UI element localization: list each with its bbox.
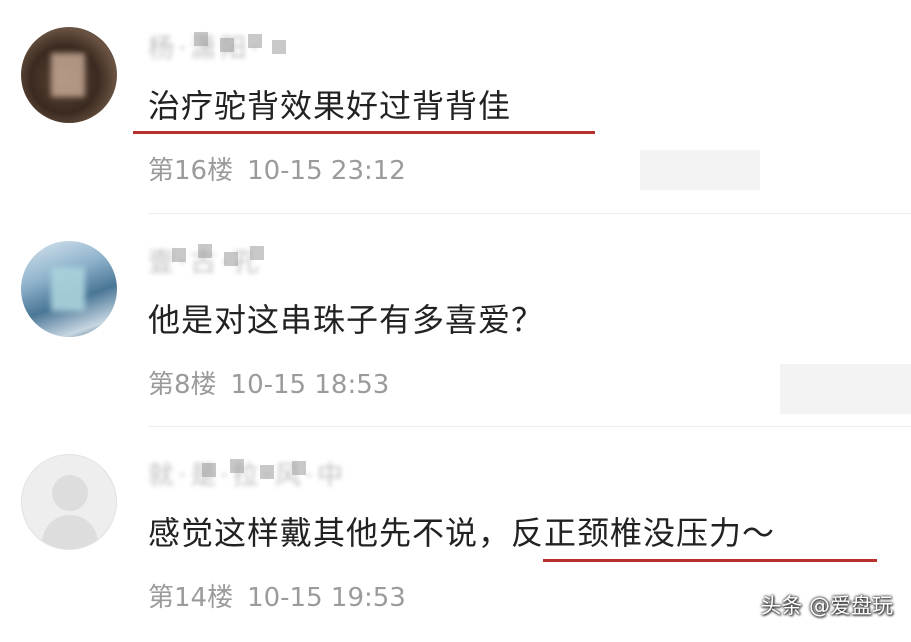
user-avatar[interactable] — [21, 454, 117, 550]
floor-number: 第14楼 — [148, 583, 234, 613]
username-mosaic — [200, 457, 330, 483]
comment-time: 10-15 23:12 — [247, 156, 406, 186]
highlight-underline — [133, 131, 595, 134]
comment-text-highlight: 反正颈椎没压力～ — [511, 514, 776, 552]
avatar-mosaic — [51, 53, 85, 97]
avatar-mosaic — [51, 267, 85, 311]
user-avatar[interactable] — [21, 27, 117, 123]
comment-text: 感觉这样戴其他先不说，反正颈椎没压力～ — [148, 513, 775, 553]
comment-meta: 第14楼 10-15 19:53 — [148, 582, 406, 614]
default-avatar-body — [42, 515, 98, 549]
user-avatar[interactable] — [21, 241, 117, 337]
comment-time: 10-15 19:53 — [247, 583, 406, 613]
floor-number: 第8楼 — [148, 370, 217, 400]
comment-text: 治疗驼背效果好过背背佳 — [148, 87, 512, 125]
username-mosaic — [170, 242, 280, 268]
watermark-label: 头条 @爱盘玩 — [760, 594, 893, 618]
floor-number: 第16楼 — [148, 156, 234, 186]
default-avatar-head — [52, 475, 88, 511]
highlight-underline — [543, 559, 877, 562]
comment-item: 杨·潇阳· 治疗驼背效果好过背背佳 第16楼 10-15 23:12 — [0, 0, 911, 214]
comment-text-plain: 感觉这样戴其他先不说， — [148, 514, 512, 552]
comment-text: 他是对这串珠子有多喜爱？ — [148, 301, 545, 339]
faint-background-block — [640, 150, 760, 190]
comment-meta: 第8楼 10-15 18:53 — [148, 369, 389, 401]
faint-background-block — [780, 364, 911, 414]
comment-item: 壹·古·孔 他是对这串珠子有多喜爱？ 第8楼 10-15 18:53 — [0, 214, 911, 427]
comment-time: 10-15 18:53 — [230, 370, 390, 400]
username-mosaic — [190, 30, 290, 56]
comment-meta: 第16楼 10-15 23:12 — [148, 155, 406, 187]
